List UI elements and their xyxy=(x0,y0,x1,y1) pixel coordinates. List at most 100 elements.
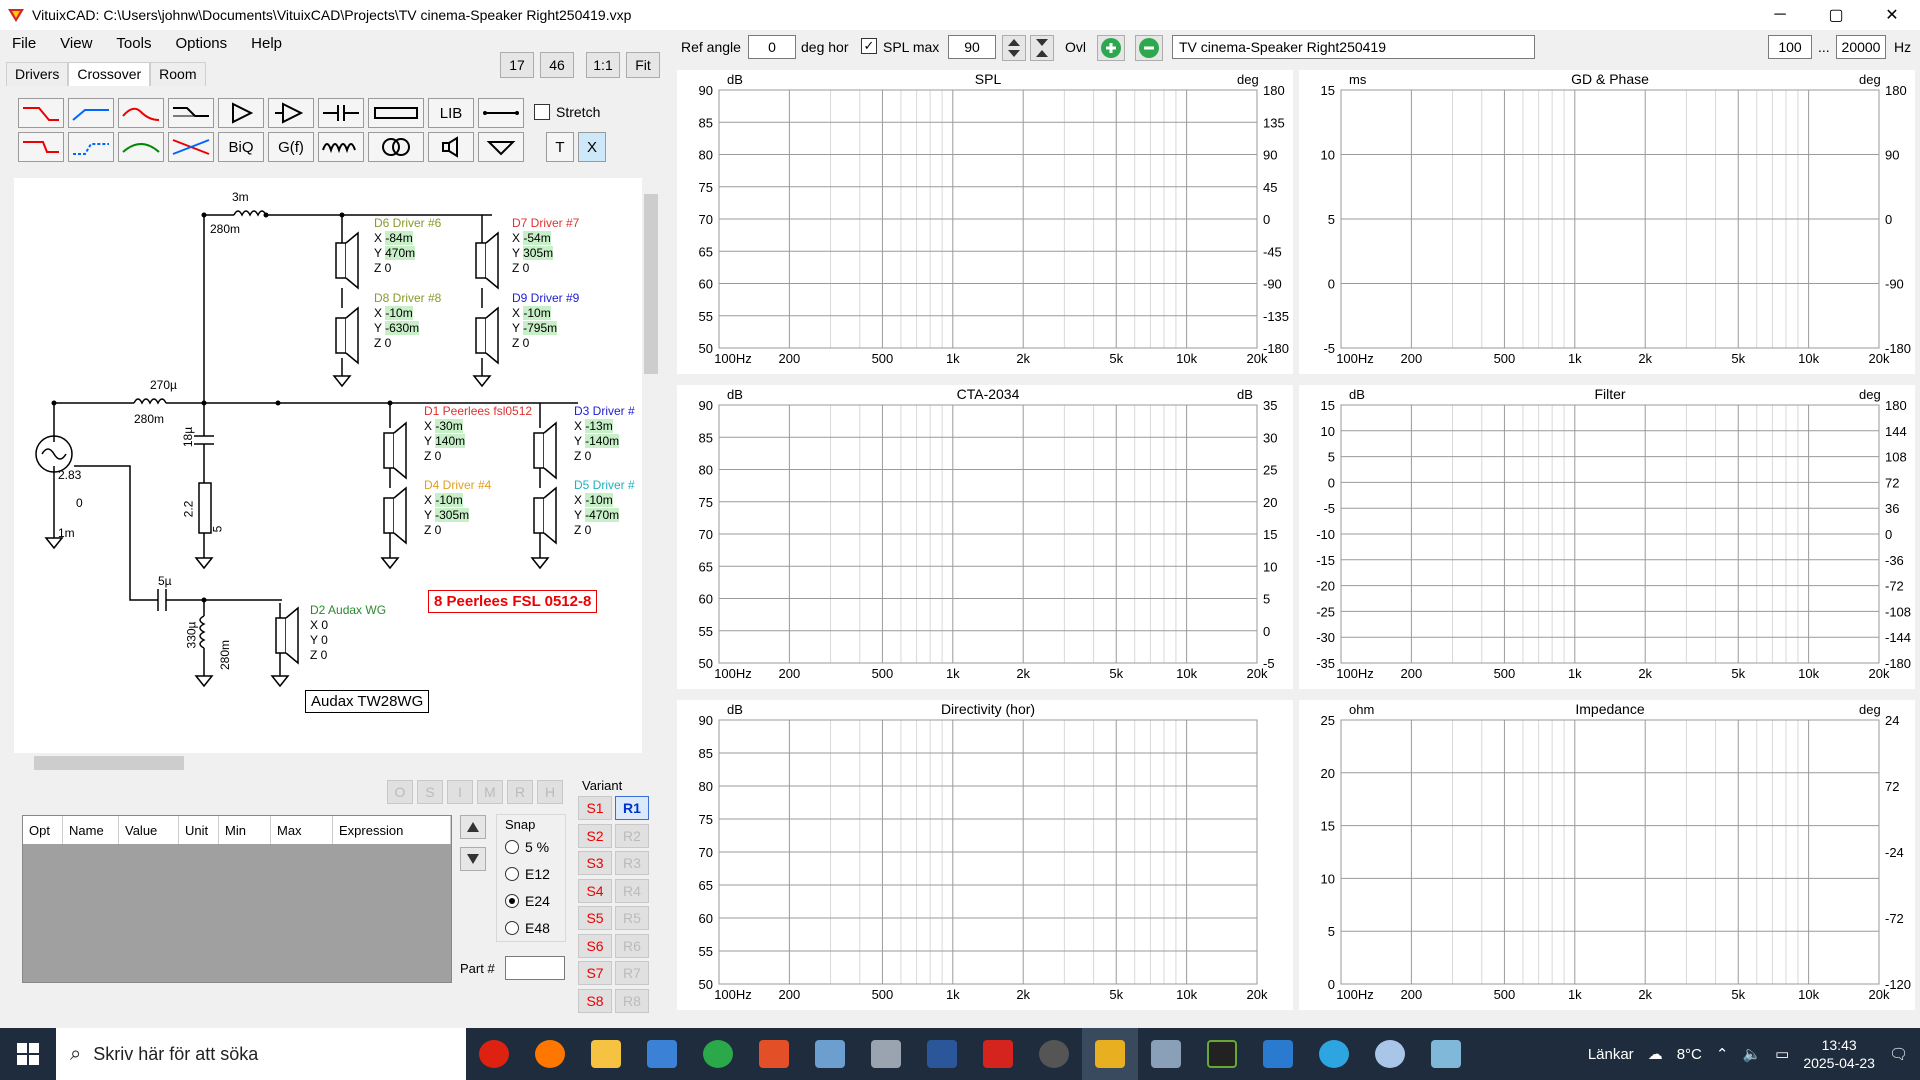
capacitor-tool-button[interactable] xyxy=(318,98,364,128)
zoom-1to1-button[interactable]: 1:1 xyxy=(586,52,620,78)
variant-s4-button[interactable]: S4 xyxy=(578,879,612,903)
menu-view[interactable]: View xyxy=(48,35,104,52)
notes-taskbar-icon[interactable] xyxy=(1418,1028,1474,1080)
firefox-taskbar-icon[interactable] xyxy=(522,1028,578,1080)
battery-icon[interactable]: ▭ xyxy=(1775,1045,1789,1063)
driver-tool-button[interactable] xyxy=(428,132,474,162)
schematic-canvas[interactable]: 3m 280m 270µ 280m 18µ 2.2 5 2.83 0 1m 5µ… xyxy=(14,178,644,753)
col-opt[interactable]: Opt xyxy=(23,816,63,844)
freq-max-input[interactable]: 20000 xyxy=(1836,35,1886,59)
audio-tool-taskbar-icon[interactable] xyxy=(1026,1028,1082,1080)
links-toolbar-label[interactable]: Länkar xyxy=(1588,1046,1634,1063)
variant-r1-button[interactable]: R1 xyxy=(615,796,649,820)
ref-angle-input[interactable]: 0 xyxy=(748,35,796,59)
driver-label-d6[interactable]: D6 Driver #6 X -84m Y 470m Z 0 xyxy=(374,216,441,276)
part-number-input[interactable] xyxy=(505,956,565,980)
telegram-taskbar-icon[interactable] xyxy=(1306,1028,1362,1080)
move-up-button[interactable] xyxy=(460,815,486,839)
variant-r4-button[interactable]: R4 xyxy=(615,879,649,903)
variant-s7-button[interactable]: S7 xyxy=(578,961,612,985)
menu-file[interactable]: File xyxy=(0,35,48,52)
biquad-tool-button[interactable]: BiQ xyxy=(218,132,264,162)
chart-gd-phase[interactable]: 15 10 5 0 -5 180 90 0 -90 -180 100Hz 200 500 1k 2k 5k 10… xyxy=(1299,70,1915,374)
scrollbar-thumb[interactable] xyxy=(34,756,184,770)
notch-tool-button[interactable] xyxy=(168,132,214,162)
tab-drivers[interactable]: Drivers xyxy=(6,62,69,86)
driver-label-d9[interactable]: D9 Driver #9 X -10m Y -795m Z 0 xyxy=(512,291,579,351)
snap-e12-radio[interactable]: E12 xyxy=(505,866,550,882)
zoom-fit-button[interactable]: Fit xyxy=(626,52,660,78)
vituixcad-taskbar-icon[interactable] xyxy=(1082,1028,1138,1080)
weather-icon[interactable]: ☁ xyxy=(1648,1045,1663,1063)
schematic-vertical-scrollbar[interactable] xyxy=(642,178,660,753)
inductor-tool-button[interactable] xyxy=(318,132,364,162)
overlay-name-input[interactable]: TV cinema-Speaker Right250419 xyxy=(1172,35,1535,59)
radio-dot[interactable] xyxy=(505,894,519,908)
opera-taskbar-icon[interactable] xyxy=(466,1028,522,1080)
chevron-up-icon[interactable]: ⌃ xyxy=(1716,1045,1729,1063)
maximize-button[interactable]: ▢ xyxy=(1808,0,1864,30)
move-down-button[interactable] xyxy=(460,847,486,871)
variant-r3-button[interactable]: R3 xyxy=(615,851,649,875)
radio-dot[interactable] xyxy=(505,867,519,881)
col-unit[interactable]: Unit xyxy=(179,816,219,844)
ground-tool-button[interactable] xyxy=(478,132,524,162)
parameter-table[interactable]: Opt Name Value Unit Min Max Expression xyxy=(22,815,452,983)
transfer-function-tool-button[interactable]: G(f) xyxy=(268,132,314,162)
bandpass-tool-button[interactable] xyxy=(118,98,164,128)
start-button[interactable] xyxy=(0,1028,56,1080)
scrollbar-thumb[interactable] xyxy=(644,194,658,374)
snap-e48-radio[interactable]: E48 xyxy=(505,920,550,936)
photos-taskbar-icon[interactable] xyxy=(1250,1028,1306,1080)
wire-tool-button[interactable] xyxy=(478,98,524,128)
spl-max-input[interactable]: 90 xyxy=(948,35,996,59)
driver-label-d3[interactable]: D3 Driver # X -13m Y -140m Z 0 xyxy=(574,404,644,464)
spl-stepper-button[interactable] xyxy=(1002,35,1026,61)
freq-min-input[interactable]: 100 xyxy=(1768,35,1812,59)
opamp-tool-button[interactable] xyxy=(268,98,314,128)
lowpass2-tool-button[interactable] xyxy=(18,132,64,162)
driver-label-d2[interactable]: D2 Audax WG X 0 Y 0 Z 0 xyxy=(310,603,386,663)
rew-taskbar-icon[interactable] xyxy=(1194,1028,1250,1080)
driver-label-d4[interactable]: D4 Driver #4 X -10m Y -305m Z 0 xyxy=(424,478,491,538)
driver-label-d7[interactable]: D7 Driver #7 X -54m Y 305m Z 0 xyxy=(512,216,579,276)
zoom-46-button[interactable]: 46 xyxy=(540,52,574,78)
text-tool-button[interactable]: T xyxy=(546,132,574,162)
delete-tool-button[interactable]: X xyxy=(578,132,606,162)
lowpass-tool-button[interactable] xyxy=(18,98,64,128)
chrome-taskbar-icon[interactable] xyxy=(690,1028,746,1080)
part-label-box[interactable]: Audax TW28WG xyxy=(305,690,430,713)
menu-tools[interactable]: Tools xyxy=(104,35,163,52)
stretch-checkbox[interactable] xyxy=(534,104,550,120)
acrobat-taskbar-icon[interactable] xyxy=(970,1028,1026,1080)
driver-label-d1[interactable]: D1 Peerlees fsl0512 X -30m Y 140m Z 0 xyxy=(424,404,532,464)
zoom-17-button[interactable]: 17 xyxy=(500,52,534,78)
snap-5pct-radio[interactable]: 5 % xyxy=(505,839,549,855)
col-name[interactable]: Name xyxy=(63,816,119,844)
variant-r7-button[interactable]: R7 xyxy=(615,961,649,985)
minimize-button[interactable]: ─ xyxy=(1752,0,1808,30)
window-app-taskbar-icon[interactable] xyxy=(1138,1028,1194,1080)
col-min[interactable]: Min xyxy=(219,816,271,844)
office-taskbar-icon[interactable] xyxy=(746,1028,802,1080)
overlay-remove-button[interactable] xyxy=(1135,35,1163,61)
highpass2-tool-button[interactable] xyxy=(68,132,114,162)
variant-s1-button[interactable]: S1 xyxy=(578,796,612,820)
driver-label-d8[interactable]: D8 Driver #8 X -10m Y -630m Z 0 xyxy=(374,291,441,351)
mail-taskbar-icon[interactable] xyxy=(634,1028,690,1080)
chart-cta2034[interactable]: 90 85 80 75 70 65 60 55 50 35 30 25 20 15 10 5 0 -5 100Hz 2… xyxy=(677,385,1293,689)
volume-icon[interactable]: 🔈 xyxy=(1742,1045,1761,1063)
transformer-tool-button[interactable] xyxy=(368,132,424,162)
radio-dot[interactable] xyxy=(505,921,519,935)
variant-r6-button[interactable]: R6 xyxy=(615,934,649,958)
taskbar-search[interactable]: ⌕ Skriv här för att söka xyxy=(56,1028,466,1080)
variant-s6-button[interactable]: S6 xyxy=(578,934,612,958)
highpass-tool-button[interactable] xyxy=(68,98,114,128)
variant-s2-button[interactable]: S2 xyxy=(578,824,612,848)
peak-tool-button[interactable] xyxy=(118,132,164,162)
variant-s8-button[interactable]: S8 xyxy=(578,989,612,1013)
col-value[interactable]: Value xyxy=(119,816,179,844)
remote-desktop-taskbar-icon[interactable] xyxy=(802,1028,858,1080)
variant-r2-button[interactable]: R2 xyxy=(615,824,649,848)
chart-impedance[interactable]: 25 20 15 10 5 0 24 72 -24 -72 -120 100Hz 200 500 1k 2k 5… xyxy=(1299,700,1915,1010)
